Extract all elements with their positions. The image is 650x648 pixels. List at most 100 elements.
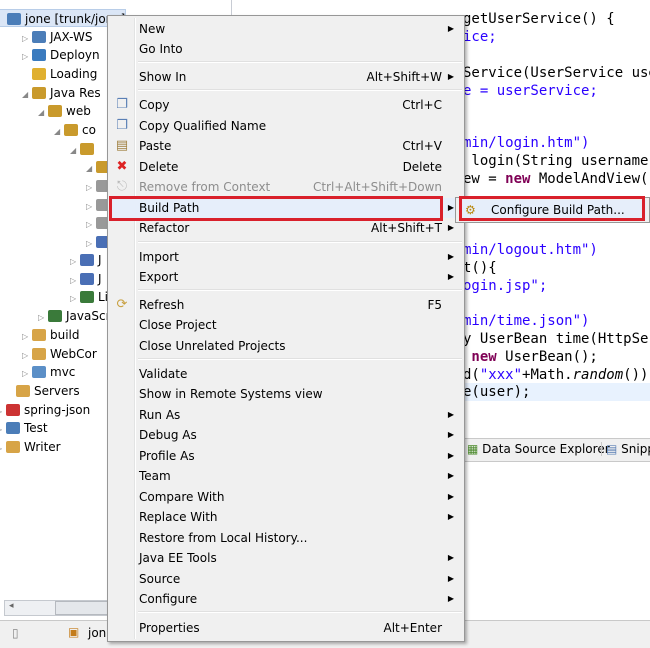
tree-item[interactable]: Loading bbox=[22, 65, 97, 83]
menu-item-close-project[interactable]: Close Project bbox=[110, 315, 462, 335]
tree-node-icon bbox=[6, 441, 20, 453]
tree-item[interactable]: ◢ Java Res bbox=[22, 84, 101, 102]
menu-item-restore-from-local-history[interactable]: Restore from Local History... bbox=[110, 528, 462, 548]
tree-item[interactable]: Servers bbox=[6, 382, 80, 400]
tree-item[interactable]: ◢ bbox=[70, 140, 98, 158]
database-icon: ▦ bbox=[467, 442, 479, 456]
submenu-arrow-icon: ▶ bbox=[447, 512, 454, 521]
expand-arrow-icon[interactable]: ▷ bbox=[86, 179, 96, 197]
tree-node-icon bbox=[6, 422, 20, 434]
collapse-arrow-icon[interactable]: ◢ bbox=[86, 160, 96, 178]
menu-item-refactor[interactable]: Refactor Alt+Shift+T ▶ bbox=[110, 218, 462, 238]
tree-item[interactable]: ▷ JAX-WS bbox=[22, 28, 93, 46]
menu-separator bbox=[138, 611, 462, 613]
menu-item-profile-as[interactable]: Profile As ▶ bbox=[110, 446, 462, 466]
menu-item-copy-qualified-name[interactable]: ❐ Copy Qualified Name bbox=[110, 116, 462, 136]
tree-item[interactable]: ▷J bbox=[70, 251, 102, 269]
expand-arrow-icon[interactable]: ▷ bbox=[38, 309, 48, 327]
menu-item-export[interactable]: Export ▶ bbox=[110, 267, 462, 287]
menu-item-label: Close Project bbox=[139, 318, 217, 332]
menu-item-label: Copy Qualified Name bbox=[139, 119, 267, 133]
menu-item-refresh[interactable]: ⟳ Refresh F5 bbox=[110, 295, 462, 315]
tree-item-label: Writer bbox=[24, 440, 61, 454]
tree-item[interactable]: ◢ co bbox=[54, 121, 96, 139]
menu-item-show-in-remote-systems-view[interactable]: Show in Remote Systems view bbox=[110, 384, 462, 404]
menu-item-shortcut: Ctrl+C bbox=[402, 98, 442, 112]
tab-snippets[interactable]: ▤ Snipp bbox=[601, 442, 650, 456]
tree-item-label: build bbox=[50, 328, 80, 342]
tree-item-label: Test bbox=[24, 421, 48, 435]
configure-build-path-highlight-box bbox=[459, 196, 645, 221]
code-text: ()) bbox=[623, 367, 649, 383]
menu-item-shortcut: Alt+Shift+T bbox=[371, 221, 442, 235]
tree-item[interactable]: ▷ JavaScri bbox=[38, 307, 114, 325]
menu-item-delete[interactable]: ✖ Delete Delete bbox=[110, 157, 462, 177]
code-line: ogin.jsp"; bbox=[463, 278, 548, 294]
code-line: t(){ bbox=[463, 260, 497, 276]
menu-item-new[interactable]: New ▶ bbox=[110, 19, 462, 39]
code-line: ew = new ModelAndView(" bbox=[463, 170, 650, 188]
tree-node-icon bbox=[7, 13, 21, 25]
expand-arrow-icon[interactable]: ▷ bbox=[70, 290, 80, 308]
collapse-arrow-icon[interactable]: ◢ bbox=[70, 142, 80, 160]
tree-item[interactable]: ▷Writer bbox=[0, 438, 61, 456]
tree-node-icon bbox=[32, 329, 46, 341]
menu-item-import[interactable]: Import ▶ bbox=[110, 247, 462, 267]
tree-item-label: J bbox=[98, 272, 102, 286]
menu-item-label: Team bbox=[139, 469, 171, 483]
tree-item[interactable]: ▷Test bbox=[0, 419, 48, 437]
menu-item-team[interactable]: Team ▶ bbox=[110, 466, 462, 486]
expand-arrow-icon[interactable]: ▷ bbox=[22, 48, 32, 66]
menu-item-validate[interactable]: Validate bbox=[110, 364, 462, 384]
collapse-arrow-icon[interactable]: ◢ bbox=[22, 86, 32, 104]
menu-item-label: Show In bbox=[139, 70, 187, 84]
menu-separator bbox=[138, 61, 462, 63]
menu-item-source[interactable]: Source ▶ bbox=[110, 569, 462, 589]
menu-item-shortcut: Delete bbox=[402, 160, 442, 174]
menu-item-properties[interactable]: Properties Alt+Enter bbox=[110, 618, 462, 638]
menu-item-copy[interactable]: ❐ Copy Ctrl+C bbox=[110, 95, 462, 115]
tree-item[interactable]: ▷spring-json bbox=[0, 401, 90, 419]
menu-item-label: Source bbox=[139, 572, 181, 586]
menu-item-label: Run As bbox=[139, 408, 181, 422]
view-menu-icon[interactable]: ▯ bbox=[12, 626, 19, 640]
menu-item-show-in[interactable]: Show In Alt+Shift+W ▶ bbox=[110, 67, 462, 87]
tab-label: Data Source Explorer bbox=[482, 442, 610, 456]
paste-icon: ▤ bbox=[115, 138, 129, 153]
tab-data-source-explorer[interactable]: ▦ Data Source Explorer bbox=[467, 442, 610, 456]
menu-item-compare-with[interactable]: Compare With ▶ bbox=[110, 487, 462, 507]
menu-item-go-into[interactable]: Go Into bbox=[110, 39, 462, 59]
menu-item-java-ee-tools[interactable]: Java EE Tools ▶ bbox=[110, 548, 462, 568]
menu-item-run-as[interactable]: Run As ▶ bbox=[110, 405, 462, 425]
collapse-arrow-icon[interactable]: ◢ bbox=[38, 104, 48, 122]
menu-item-remove-from-context[interactable]: ⎋ Remove from Context Ctrl+Alt+Shift+Down bbox=[110, 177, 462, 197]
tree-item[interactable]: ▷J bbox=[70, 270, 102, 288]
menu-item-replace-with[interactable]: Replace With ▶ bbox=[110, 507, 462, 527]
menu-item-close-unrelated-projects[interactable]: Close Unrelated Projects bbox=[110, 336, 462, 356]
collapse-arrow-icon[interactable]: ◢ bbox=[54, 123, 64, 141]
menu-item-debug-as[interactable]: Debug As ▶ bbox=[110, 425, 462, 445]
code-line: e = userService; bbox=[463, 82, 598, 100]
expand-arrow-icon[interactable]: ▷ bbox=[22, 328, 32, 346]
code-line: y UserBean time(HttpSer bbox=[463, 331, 650, 347]
menu-item-label: Refactor bbox=[139, 221, 190, 235]
remove-context-icon: ⎋ bbox=[116, 179, 128, 194]
menu-item-label: Restore from Local History... bbox=[139, 531, 308, 545]
tree-item[interactable]: ▷ Deployn bbox=[22, 46, 100, 64]
tree-item[interactable]: ▷ WebCor bbox=[22, 345, 97, 363]
tree-node-icon bbox=[80, 254, 94, 266]
tree-item[interactable]: ▷ mvc bbox=[22, 363, 75, 381]
code-keyword: new bbox=[505, 171, 531, 187]
menu-item-paste[interactable]: ▤ Paste Ctrl+V bbox=[110, 136, 462, 156]
code-line: min/logout.htm") bbox=[463, 242, 598, 258]
menu-item-configure[interactable]: Configure ▶ bbox=[110, 589, 462, 609]
expand-arrow-icon[interactable]: ▷ bbox=[22, 365, 32, 383]
menu-item-label: Refresh bbox=[139, 298, 185, 312]
project-icon: ▣ bbox=[68, 625, 80, 639]
tree-item[interactable]: ◢ web bbox=[38, 102, 91, 120]
expand-arrow-icon[interactable]: ▷ bbox=[70, 253, 80, 271]
menu-separator bbox=[138, 289, 462, 291]
expand-arrow-icon[interactable]: ▷ bbox=[86, 216, 96, 234]
tree-node-icon bbox=[80, 273, 94, 285]
tree-item[interactable]: ▷ build bbox=[22, 326, 80, 344]
